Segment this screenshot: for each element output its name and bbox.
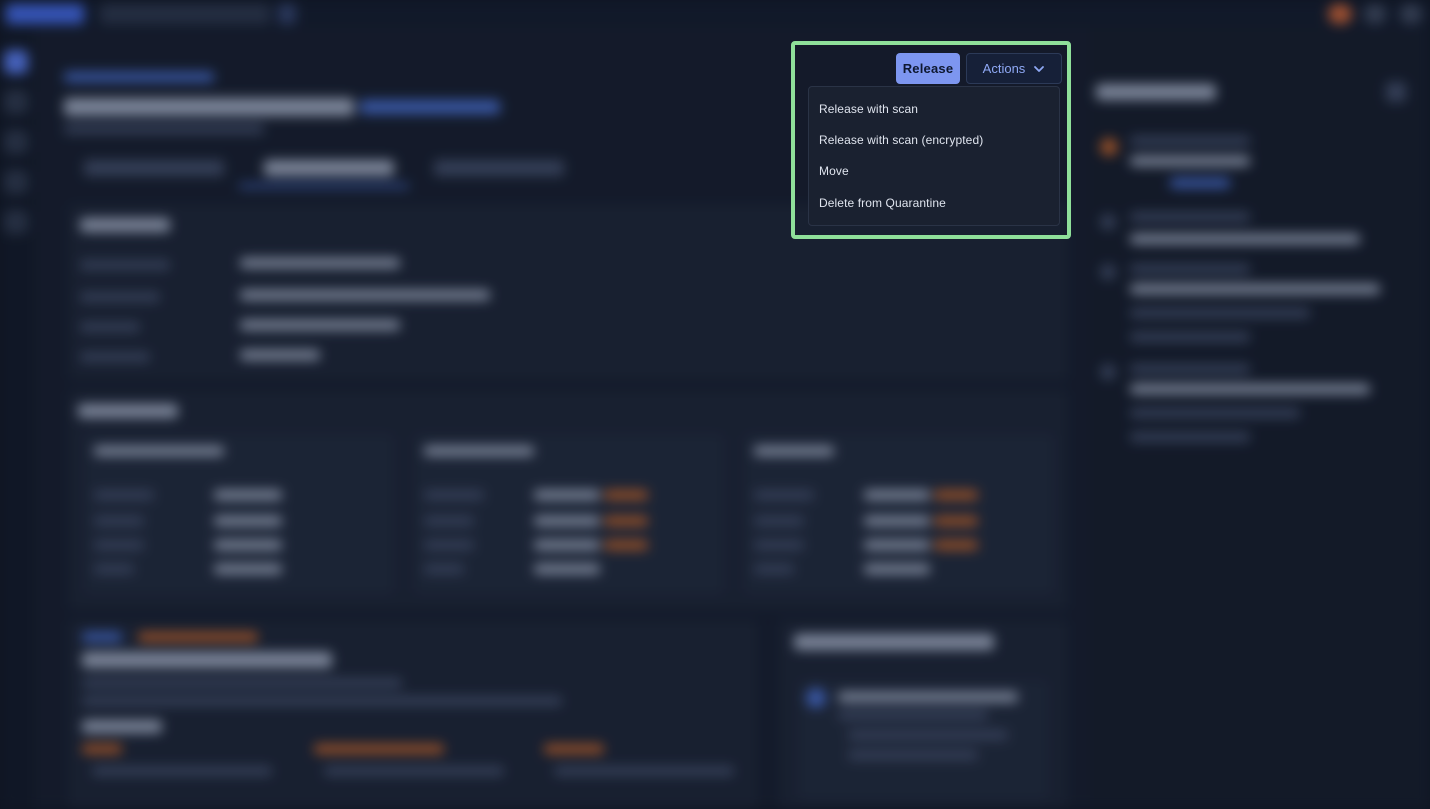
menu-item-release-with-scan[interactable]: Release with scan [809, 93, 1059, 124]
top-bar [0, 0, 1430, 28]
release-button[interactable]: Release [896, 53, 960, 84]
right-side-panel [1090, 28, 1430, 809]
actions-menu: Release with scan Release with scan (enc… [808, 86, 1060, 226]
left-nav-rail [0, 28, 34, 809]
chevron-down-icon [1034, 65, 1045, 72]
menu-item-delete-from-quarantine[interactable]: Delete from Quarantine [809, 187, 1059, 218]
actions-button-label: Actions [982, 61, 1026, 76]
menu-item-move[interactable]: Move [809, 156, 1059, 187]
menu-item-release-with-scan-encrypted[interactable]: Release with scan (encrypted) [809, 124, 1059, 155]
actions-dropdown-button[interactable]: Actions [966, 53, 1062, 84]
blurred-background-app [0, 0, 1430, 809]
